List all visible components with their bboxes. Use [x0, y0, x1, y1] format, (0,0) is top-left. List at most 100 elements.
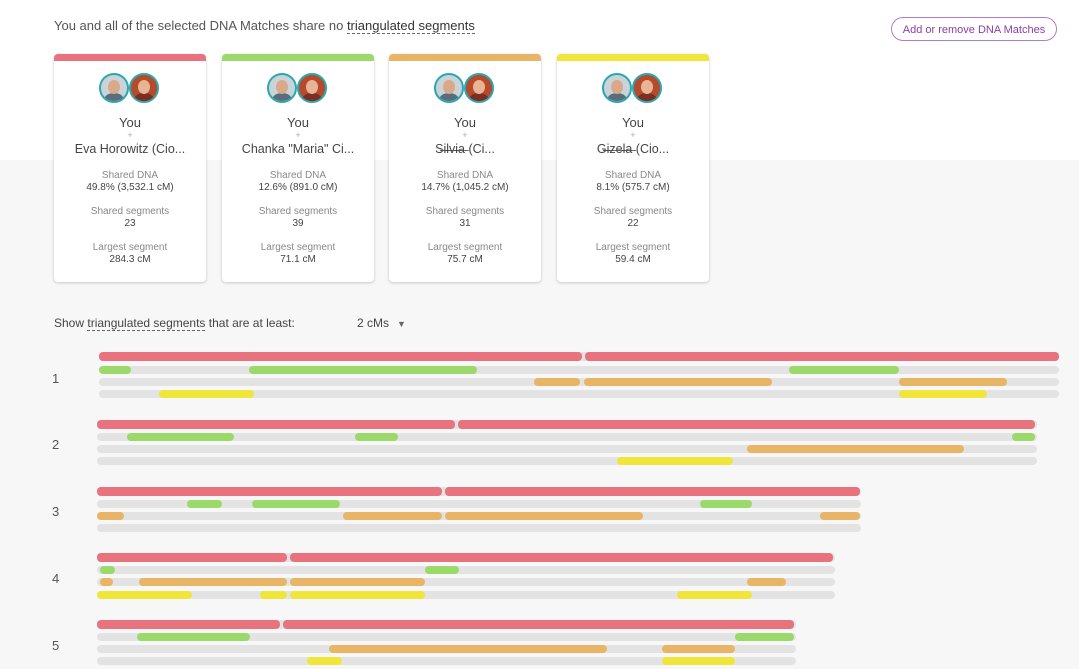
chromosome-track — [97, 657, 796, 665]
shared-segment-red[interactable] — [97, 420, 455, 429]
shared-segment-red[interactable] — [97, 553, 287, 562]
chromosome-track — [99, 378, 1059, 386]
shared-segment-red[interactable] — [283, 620, 794, 629]
shared-segment-green[interactable] — [789, 366, 899, 374]
chromosome-track — [97, 433, 1037, 441]
you-avatar — [434, 73, 464, 103]
shared-segment-red[interactable] — [445, 487, 860, 496]
shared-segment-green[interactable] — [137, 633, 250, 641]
shared-segment-red[interactable] — [458, 420, 1035, 429]
shared-segments-value: 39 — [292, 218, 304, 229]
match-card[interactable]: You + Chanka "Maria" Ci... Shared DNA 12.6% … — [222, 54, 374, 282]
shared-segment-green[interactable] — [187, 500, 222, 508]
chromosome-track — [97, 524, 861, 532]
you-avatar — [602, 73, 632, 103]
chromosome-track — [97, 578, 835, 586]
shared-segment-yellow[interactable] — [290, 591, 425, 599]
match-name[interactable]: Chanka "Maria" Ci... — [222, 142, 374, 156]
filter-text-before: Show — [54, 316, 88, 330]
chromosome-track — [97, 553, 835, 562]
avatar-pair — [54, 73, 206, 109]
shared-segment-orange[interactable] — [139, 578, 287, 586]
shared-dna-value: 12.6% (891.0 cM) — [258, 182, 338, 193]
shared-segment-yellow[interactable] — [97, 591, 192, 599]
match-name[interactable]: S̶i̶l̶v̶i̶a̶ (Ci... — [389, 142, 541, 156]
shared-segment-orange[interactable] — [899, 378, 1007, 386]
match-name[interactable]: G̶i̶z̶e̶l̶a̶ (Cio... — [557, 142, 709, 156]
shared-segment-orange[interactable] — [747, 578, 786, 586]
shared-segment-green[interactable] — [100, 566, 115, 574]
shared-segment-yellow[interactable] — [677, 591, 752, 599]
filter-triangulated-link[interactable]: triangulated segments — [87, 316, 206, 331]
match-card[interactable]: You + S̶i̶l̶v̶i̶a̶ (Ci... Shared DNA 14.7% (… — [389, 54, 541, 282]
shared-segment-orange[interactable] — [290, 578, 425, 586]
largest-segment-value: 284.3 cM — [109, 254, 151, 265]
shared-segments-label: Shared segments — [258, 206, 338, 217]
largest-segment-value: 71.1 cM — [280, 254, 316, 265]
chromosome-track — [97, 445, 1037, 453]
largest-segment-label: Largest segment — [260, 242, 336, 253]
summary-text: You and all of the selected DNA Matches … — [54, 18, 347, 33]
shared-segment-red[interactable] — [585, 352, 1059, 361]
min-cm-dropdown[interactable]: 2 cMs ▼ — [357, 316, 406, 330]
add-remove-matches-button[interactable]: Add or remove DNA Matches — [891, 17, 1057, 41]
shared-segment-red[interactable] — [97, 487, 442, 496]
shared-dna-label: Shared DNA — [436, 170, 494, 181]
shared-segments-value: 31 — [459, 218, 471, 229]
shared-segment-green[interactable] — [355, 433, 398, 441]
shared-segment-orange[interactable] — [820, 512, 860, 520]
chromosome-label: 4 — [52, 571, 60, 586]
shared-segment-yellow[interactable] — [617, 457, 733, 465]
shared-segment-green[interactable] — [1012, 433, 1035, 441]
shared-segment-green[interactable] — [425, 566, 459, 574]
chromosome-label: 1 — [52, 371, 60, 386]
shared-segment-red[interactable] — [97, 620, 280, 629]
largest-segment-value: 75.7 cM — [447, 254, 483, 265]
shared-segment-green[interactable] — [99, 366, 131, 374]
match-color-stripe — [389, 54, 541, 61]
shared-segment-yellow[interactable] — [260, 591, 287, 599]
shared-segment-yellow[interactable] — [662, 657, 735, 665]
shared-segment-orange[interactable] — [343, 512, 442, 520]
chromosome-track — [97, 566, 835, 574]
avatar-pair — [389, 73, 541, 109]
shared-dna-value: 8.1% (575.7 cM) — [596, 182, 670, 193]
shared-segment-green[interactable] — [700, 500, 752, 508]
plus-icon: + — [295, 130, 301, 140]
shared-segment-orange[interactable] — [662, 645, 735, 653]
shared-segment-orange[interactable] — [329, 645, 607, 653]
match-card[interactable]: You + Eva Horowitz (Cio... Shared DNA 49.8% … — [54, 54, 206, 282]
filter-text-after: that are at least: — [205, 316, 295, 330]
shared-segment-red[interactable] — [99, 352, 582, 361]
chromosome-track — [97, 487, 861, 496]
shared-segments-label: Shared segments — [593, 206, 673, 217]
shared-segment-yellow[interactable] — [307, 657, 342, 665]
shared-segment-orange[interactable] — [100, 578, 113, 586]
chromosome-track — [97, 633, 796, 641]
shared-segment-orange[interactable] — [584, 378, 772, 386]
chromosome-track — [99, 352, 1059, 361]
chromosome-label: 5 — [52, 638, 60, 653]
shared-segment-yellow[interactable] — [899, 390, 987, 398]
chromosome-track — [97, 420, 1037, 429]
match-name[interactable]: Eva Horowitz (Cio... — [54, 142, 206, 156]
shared-segment-green[interactable] — [127, 433, 234, 441]
shared-dna-value: 14.7% (1,045.2 cM) — [421, 182, 509, 193]
shared-segment-orange[interactable] — [97, 512, 124, 520]
shared-segment-orange[interactable] — [534, 378, 580, 386]
shared-segment-orange[interactable] — [747, 445, 964, 453]
match-color-stripe — [557, 54, 709, 61]
match-card[interactable]: You + G̶i̶z̶e̶l̶a̶ (Cio... Shared DNA 8.1% (… — [557, 54, 709, 282]
chromosome-track — [97, 457, 1037, 465]
shared-segments-value: 23 — [124, 218, 136, 229]
shared-segment-green[interactable] — [249, 366, 477, 374]
triangulated-segments-link[interactable]: triangulated segments — [346, 18, 475, 34]
chromosome-track — [99, 390, 1059, 398]
shared-segment-yellow[interactable] — [159, 390, 254, 398]
shared-segment-green[interactable] — [735, 633, 794, 641]
shared-segment-green[interactable] — [252, 500, 340, 508]
shared-segment-orange[interactable] — [445, 512, 643, 520]
you-avatar — [267, 73, 297, 103]
shared-segment-red[interactable] — [290, 553, 833, 562]
avatar-pair — [222, 73, 374, 109]
